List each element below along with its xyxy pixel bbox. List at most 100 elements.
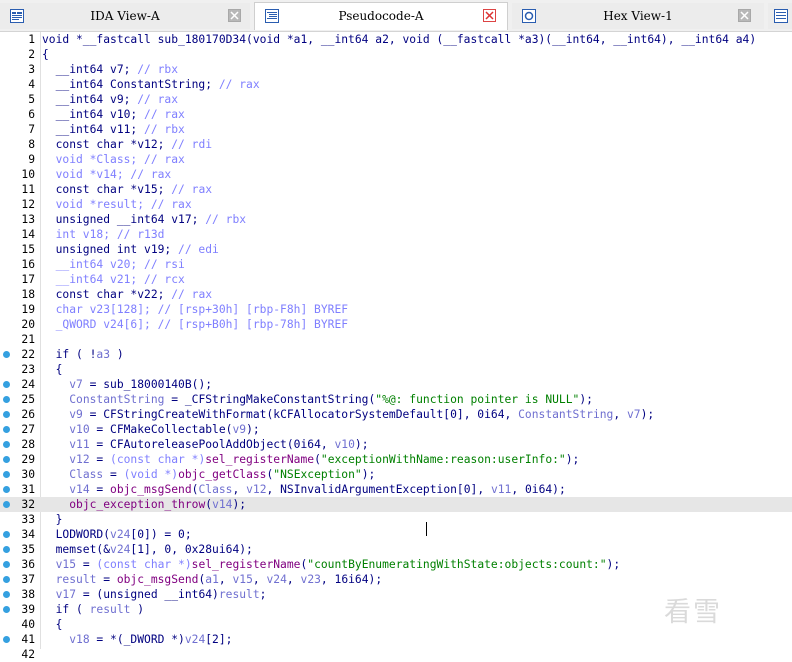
code-line[interactable]: 32 objc_exception_throw(v14); [0,497,792,512]
code-token: = _CFStringMakeConstantString( [164,393,376,406]
code-line[interactable]: 19 char v23[128]; // [rsp+30h] [rbp-F8h]… [0,302,792,317]
code-token: v14 [212,498,233,511]
code-text: if ( !a3 ) [42,347,124,362]
code-token: // rax [137,93,179,106]
code-text: { [42,617,63,632]
code-line[interactable]: 6 __int64 v10; // rax [0,107,792,122]
code-token: ); [232,498,247,511]
pseudocode-editor[interactable]: 1 void *__fastcall sub_180170D34(void *a1… [0,32,792,661]
code-token: memset(& [42,543,111,556]
code-token: __int64 v7; [42,63,138,76]
code-line[interactable]: 20 _QWORD v24[6]; // [rsp+B0h] [rbp-78h]… [0,317,792,332]
code-token: v24 [110,528,131,541]
text-cursor [426,522,427,536]
line-number: 30 [21,468,35,481]
code-line[interactable]: 3 __int64 v7; // rbx [0,62,792,77]
code-text: v15 = (const char *)sel_registerName("co… [42,557,621,572]
code-line[interactable]: 23 { [0,362,792,377]
code-line[interactable]: 8 const char *v12; // rdi [0,137,792,152]
code-text: _QWORD v24[6]; // [rsp+B0h] [rbp-78h] BY… [42,317,348,332]
code-line[interactable]: 35 memset(&v24[1], 0, 0x28ui64); [0,542,792,557]
code-token: objc_msgSend [110,483,192,496]
code-text: void *__fastcall sub_180170D34(void *a1,… [42,32,756,47]
code-line[interactable]: 41 v18 = *(_DWORD *)v24[2]; [0,632,792,647]
tab-label: Hex View-1 [603,9,673,23]
code-line[interactable]: 16 __int64 v20; // rsi [0,257,792,272]
code-line[interactable]: 12 void *result; // rax [0,197,792,212]
code-line[interactable]: 30 Class = (void *)objc_getClass("NSExce… [0,467,792,482]
code-token: objc_getClass [178,468,267,481]
code-line[interactable]: 11 const char *v15; // rax [0,182,792,197]
code-line[interactable]: 13 unsigned __int64 v17; // rbx [0,212,792,227]
line-number: 2 [28,48,35,61]
code-token: ); [579,393,593,406]
code-line[interactable]: 42 [0,647,792,662]
code-line[interactable]: 15 unsigned int v19; // edi [0,242,792,257]
code-token: = *(_DWORD *) [89,633,185,646]
tab-bar: IDA View-A Pseudocode-A Hex View-1 [0,0,792,32]
line-number: 8 [28,138,35,151]
tab-hex-view-1[interactable]: Hex View-1 [512,3,764,29]
code-token: // rbx [144,123,185,136]
code-text: v11 = CFAutoreleasePoolAddObject(0i64, v… [42,437,368,452]
code-token: v15 [55,558,77,571]
code-line[interactable]: 9 void *Class; // rax [0,152,792,167]
code-token: result [89,603,131,616]
close-icon[interactable] [228,9,241,22]
code-token: (void *) [123,468,179,481]
tab-next[interactable] [768,3,792,29]
code-line[interactable]: 21 [0,332,792,347]
code-token: = (unsigned __int64) [76,588,219,601]
code-line[interactable]: 29 v12 = (const char *)sel_registerName(… [0,452,792,467]
code-text: const char *v12; // rdi [42,137,212,152]
code-line[interactable]: 28 v11 = CFAutoreleasePoolAddObject(0i64… [0,437,792,452]
code-token: if ( [42,603,90,616]
code-token: v24 [110,543,131,556]
code-line[interactable]: 26 v9 = CFStringCreateWithFormat(kCFAllo… [0,407,792,422]
line-number: 18 [21,288,35,301]
code-line[interactable]: 37 result = objc_msgSend(a1, v15, v24, v… [0,572,792,587]
code-text: { [42,47,49,62]
code-text: __int64 v7; // rbx [42,62,178,77]
code-text: v18 = *(_DWORD *)v24[2]; [42,632,232,647]
line-number: 19 [21,303,35,316]
code-token: ConstantString [518,408,614,421]
code-text: __int64 v20; // rsi [42,257,185,272]
code-token: Class [198,483,233,496]
code-line[interactable]: 1 void *__fastcall sub_180170D34(void *a1… [0,32,792,47]
code-token: // rax [144,108,185,121]
tab-ida-view-a[interactable]: IDA View-A [0,3,250,29]
code-line[interactable]: 36 v15 = (const char *)sel_registerName(… [0,557,792,572]
code-token: "NSException" [273,468,362,481]
code-line[interactable]: 18 const char *v22; // rax [0,287,792,302]
code-line[interactable]: 33 } [0,512,792,527]
line-number: 37 [21,573,35,586]
code-line[interactable]: 27 v10 = CFMakeCollectable(v9); [0,422,792,437]
line-number: 22 [21,348,35,361]
tab-pseudocode-a[interactable]: Pseudocode-A [254,2,508,30]
code-line[interactable]: 14 int v18; // r13d [0,227,792,242]
code-line[interactable]: 22 if ( !a3 ) [0,347,792,362]
code-token: unsigned __int64 v17; [42,213,206,226]
tab-label: Pseudocode-A [338,9,424,23]
close-icon[interactable] [738,9,751,22]
code-line[interactable]: 34 LODWORD(v24[0]) = 0; [0,527,792,542]
code-line[interactable]: 5 __int64 v9; // rax [0,92,792,107]
code-line[interactable]: 4 __int64 ConstantString; // rax [0,77,792,92]
code-text: char v23[128]; // [rsp+30h] [rbp-F8h] BY… [42,302,348,317]
code-line[interactable]: 25 ConstantString = _CFStringMakeConstan… [0,392,792,407]
code-line[interactable]: 17 __int64 v21; // rcx [0,272,792,287]
code-line[interactable]: 2{ [0,47,792,62]
line-number: 11 [21,183,35,196]
close-icon[interactable] [483,9,496,22]
code-line[interactable]: 31 v14 = objc_msgSend(Class, v12, NSInva… [0,482,792,497]
code-token: = CFMakeCollectable( [89,423,233,436]
code-line[interactable]: 10 void *v14; // rax [0,167,792,182]
code-line[interactable]: 7 __int64 v11; // rbx [0,122,792,137]
code-line[interactable]: 24 v7 = sub_18000140B(); [0,377,792,392]
